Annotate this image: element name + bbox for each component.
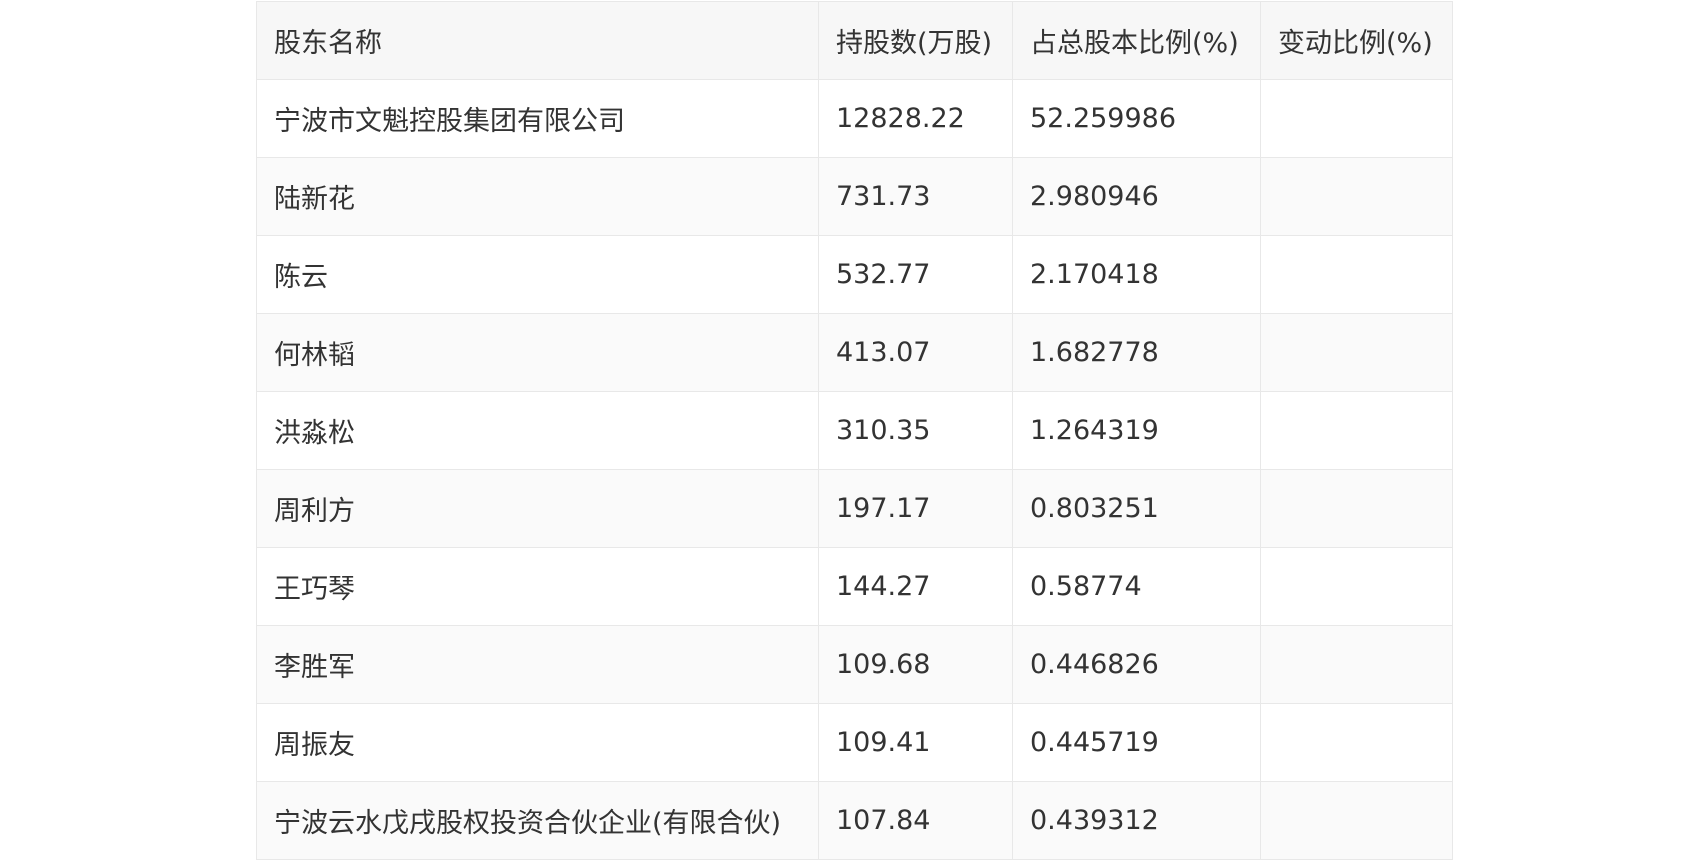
- cell-share-ratio: 0.803251: [1012, 469, 1261, 548]
- cell-change-ratio: [1260, 79, 1453, 158]
- cell-shares-held: 12828.22: [818, 79, 1013, 158]
- cell-change-ratio: [1260, 703, 1453, 782]
- table-row: 洪淼松 310.35 1.264319: [256, 391, 1453, 470]
- cell-shares-held: 144.27: [818, 547, 1013, 626]
- header-change-ratio: 变动比例(%): [1260, 1, 1453, 80]
- header-shares-held: 持股数(万股): [818, 1, 1013, 80]
- header-shareholder-name: 股东名称: [256, 1, 819, 80]
- header-row: 股东名称 持股数(万股) 占总股本比例(%) 变动比例(%): [256, 1, 1453, 80]
- cell-shares-held: 109.68: [818, 625, 1013, 704]
- cell-share-ratio: 1.264319: [1012, 391, 1261, 470]
- cell-shareholder-name: 陆新花: [256, 157, 819, 236]
- cell-change-ratio: [1260, 313, 1453, 392]
- table-row: 陆新花 731.73 2.980946: [256, 157, 1453, 236]
- cell-change-ratio: [1260, 157, 1453, 236]
- table-header: 股东名称 持股数(万股) 占总股本比例(%) 变动比例(%): [256, 1, 1453, 80]
- cell-share-ratio: 1.682778: [1012, 313, 1261, 392]
- cell-change-ratio: [1260, 235, 1453, 314]
- cell-shareholder-name: 洪淼松: [256, 391, 819, 470]
- cell-share-ratio: 0.446826: [1012, 625, 1261, 704]
- cell-shares-held: 109.41: [818, 703, 1013, 782]
- cell-share-ratio: 2.980946: [1012, 157, 1261, 236]
- cell-shares-held: 197.17: [818, 469, 1013, 548]
- header-share-ratio: 占总股本比例(%): [1012, 1, 1261, 80]
- cell-shareholder-name: 周振友: [256, 703, 819, 782]
- cell-shareholder-name: 周利方: [256, 469, 819, 548]
- cell-shareholder-name: 何林韬: [256, 313, 819, 392]
- cell-share-ratio: 0.439312: [1012, 781, 1261, 860]
- table-row: 李胜军 109.68 0.446826: [256, 625, 1453, 704]
- cell-share-ratio: 2.170418: [1012, 235, 1261, 314]
- cell-share-ratio: 52.259986: [1012, 79, 1261, 158]
- cell-share-ratio: 0.445719: [1012, 703, 1261, 782]
- table-row: 何林韬 413.07 1.682778: [256, 313, 1453, 392]
- cell-share-ratio: 0.58774: [1012, 547, 1261, 626]
- table-row: 周利方 197.17 0.803251: [256, 469, 1453, 548]
- cell-shares-held: 731.73: [818, 157, 1013, 236]
- table-row: 周振友 109.41 0.445719: [256, 703, 1453, 782]
- cell-change-ratio: [1260, 781, 1453, 860]
- cell-shareholder-name: 李胜军: [256, 625, 819, 704]
- cell-change-ratio: [1260, 547, 1453, 626]
- shareholder-table: 股东名称 持股数(万股) 占总股本比例(%) 变动比例(%) 宁波市文魁控股集团…: [256, 1, 1453, 860]
- shareholder-table-container: 股东名称 持股数(万股) 占总股本比例(%) 变动比例(%) 宁波市文魁控股集团…: [256, 1, 1453, 860]
- table-row: 陈云 532.77 2.170418: [256, 235, 1453, 314]
- cell-shares-held: 532.77: [818, 235, 1013, 314]
- cell-shares-held: 107.84: [818, 781, 1013, 860]
- cell-shares-held: 310.35: [818, 391, 1013, 470]
- table-row: 王巧琴 144.27 0.58774: [256, 547, 1453, 626]
- cell-shareholder-name: 宁波云水戊戌股权投资合伙企业(有限合伙): [256, 781, 819, 860]
- cell-change-ratio: [1260, 625, 1453, 704]
- cell-shareholder-name: 宁波市文魁控股集团有限公司: [256, 79, 819, 158]
- cell-change-ratio: [1260, 391, 1453, 470]
- cell-change-ratio: [1260, 469, 1453, 548]
- table-row: 宁波云水戊戌股权投资合伙企业(有限合伙) 107.84 0.439312: [256, 781, 1453, 860]
- cell-shares-held: 413.07: [818, 313, 1013, 392]
- table-body: 宁波市文魁控股集团有限公司 12828.22 52.259986 陆新花 731…: [256, 79, 1453, 860]
- table-row: 宁波市文魁控股集团有限公司 12828.22 52.259986: [256, 79, 1453, 158]
- cell-shareholder-name: 陈云: [256, 235, 819, 314]
- cell-shareholder-name: 王巧琴: [256, 547, 819, 626]
